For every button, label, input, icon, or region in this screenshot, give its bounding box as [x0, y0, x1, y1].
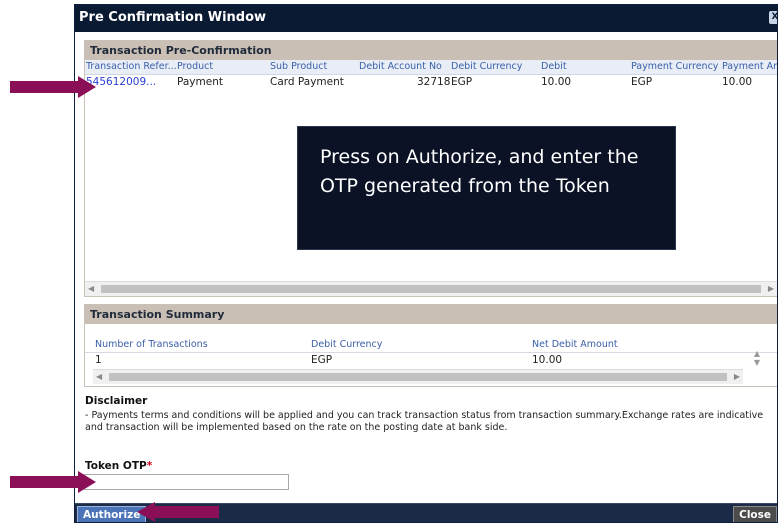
- column-header[interactable]: Transaction Refer...: [86, 61, 177, 72]
- arrow-right-icon[interactable]: ▶: [768, 282, 774, 296]
- close-icon[interactable]: X: [769, 11, 777, 24]
- vertical-scrollbar[interactable]: ▲ ▼: [751, 349, 763, 375]
- column-header[interactable]: Product: [177, 61, 213, 72]
- table-cell: 32718: [417, 76, 451, 88]
- annotation-arrow-icon: [10, 471, 96, 493]
- table-cell: EGP: [631, 76, 653, 88]
- table-cell: EGP: [451, 76, 473, 88]
- table-cell: 10.00: [532, 354, 563, 366]
- horizontal-scrollbar[interactable]: ◀ ▶: [85, 281, 777, 296]
- table-cell: Card Payment: [270, 76, 344, 88]
- horizontal-scrollbar[interactable]: ◀ ▶: [93, 369, 743, 384]
- disclaimer-text: - Payments terms and conditions will be …: [85, 410, 764, 433]
- column-header[interactable]: Net Debit Amount: [532, 339, 618, 350]
- close-button[interactable]: Close: [733, 506, 777, 522]
- table-header-row: Transaction Refer... Product Sub Product…: [85, 60, 777, 75]
- arrow-up-icon[interactable]: ▲: [751, 349, 763, 358]
- window-title: Pre Confirmation Window: [79, 10, 267, 25]
- annotation-arrow-icon: [137, 502, 219, 522]
- table-cell: EGP: [311, 354, 333, 366]
- instruction-callout: Press on Authorize, and enter the OTP ge…: [297, 126, 676, 250]
- annotation-arrow-icon: [10, 76, 96, 98]
- summary-table: Number of Transactions Debit Currency Ne…: [85, 338, 777, 367]
- column-header[interactable]: Payment Amo: [722, 61, 777, 72]
- arrow-right-icon[interactable]: ▶: [734, 370, 740, 384]
- column-header[interactable]: Debit Account No: [359, 61, 442, 72]
- pre-confirmation-table: Transaction Refer... Product Sub Product…: [85, 60, 777, 89]
- table-cell: 10.00: [541, 76, 572, 88]
- panel-title: Transaction Pre-Confirmation: [85, 41, 777, 60]
- required-marker: *: [146, 460, 153, 472]
- table-cell: 1: [95, 354, 102, 366]
- pre-confirmation-window: Pre Confirmation Window X Transaction Pr…: [74, 4, 778, 523]
- arrow-left-icon[interactable]: ◀: [88, 282, 94, 296]
- table-cell: 10.00: [722, 76, 753, 88]
- table-cell: Payment: [177, 76, 223, 88]
- window-titlebar: Pre Confirmation Window X: [75, 5, 777, 32]
- scrollbar-thumb[interactable]: [101, 285, 761, 293]
- transaction-summary-panel: Transaction Summary Number of Transactio…: [84, 304, 777, 387]
- column-header[interactable]: Debit: [541, 61, 567, 72]
- column-header[interactable]: Debit Currency: [451, 61, 522, 72]
- panel-title: Transaction Summary: [85, 305, 777, 324]
- column-header[interactable]: Sub Product: [270, 61, 327, 72]
- column-header[interactable]: Payment Currency: [631, 61, 718, 72]
- disclaimer-title: Disclaimer: [85, 395, 148, 407]
- arrow-down-icon[interactable]: ▼: [751, 358, 763, 367]
- callout-text: Press on Authorize, and enter the OTP ge…: [320, 146, 639, 197]
- column-header[interactable]: Number of Transactions: [95, 339, 208, 350]
- transaction-reference-link[interactable]: 545612009...: [86, 76, 156, 88]
- scrollbar-thumb[interactable]: [109, 373, 727, 381]
- authorize-button[interactable]: Authorize: [77, 506, 147, 522]
- table-row[interactable]: 545612009... Payment Card Payment 32718 …: [85, 75, 777, 89]
- token-otp-input[interactable]: [84, 474, 289, 490]
- column-header[interactable]: Debit Currency: [311, 339, 382, 350]
- table-header-row: Number of Transactions Debit Currency Ne…: [85, 338, 777, 353]
- arrow-left-icon[interactable]: ◀: [96, 370, 102, 384]
- table-row[interactable]: 1 EGP 10.00: [85, 353, 777, 367]
